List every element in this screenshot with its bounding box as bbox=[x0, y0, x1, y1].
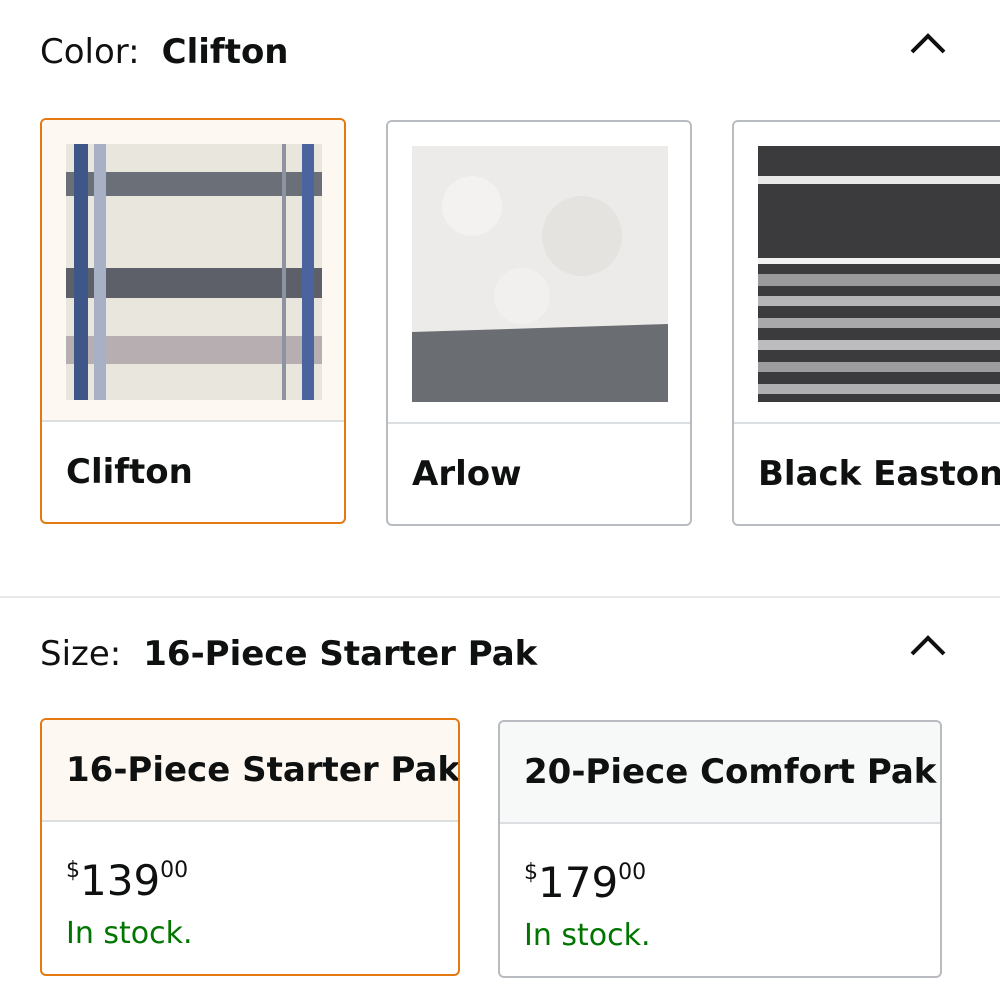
size-option-20-piece[interactable]: 20-Piece Comfort Pak $17900 In stock. bbox=[498, 720, 942, 978]
arlow-sherpa-image bbox=[412, 146, 668, 402]
color-swatch-arlow[interactable]: Arlow bbox=[386, 120, 692, 526]
price-currency: $ bbox=[524, 860, 538, 885]
color-label: Color: bbox=[40, 32, 140, 72]
size-selected-value: 16-Piece Starter Pak bbox=[143, 634, 538, 674]
color-swatch-clifton[interactable]: Clifton bbox=[40, 118, 346, 524]
swatch-image-area bbox=[734, 122, 1000, 424]
color-selected-value: Clifton bbox=[161, 32, 289, 72]
size-header: Size: 16-Piece Starter Pak bbox=[40, 634, 537, 674]
size-option-price: $13900 bbox=[66, 856, 188, 905]
size-option-16-piece[interactable]: 16-Piece Starter Pak $13900 In stock. bbox=[40, 718, 460, 976]
price-whole: 139 bbox=[80, 856, 161, 905]
price-currency: $ bbox=[66, 858, 80, 883]
size-option-header: 20-Piece Comfort Pak bbox=[500, 722, 940, 824]
chevron-up-icon[interactable] bbox=[908, 630, 948, 660]
size-option-title: 16-Piece Starter Pak bbox=[66, 750, 460, 790]
price-fraction: 00 bbox=[160, 858, 189, 883]
price-whole: 179 bbox=[538, 858, 619, 907]
swatch-name: Arlow bbox=[412, 454, 522, 494]
chevron-up-icon[interactable] bbox=[908, 28, 948, 58]
stock-status: In stock. bbox=[524, 918, 651, 953]
price-fraction: 00 bbox=[618, 860, 647, 885]
swatch-name: Black Easton bbox=[758, 454, 1000, 494]
clifton-plaid-image bbox=[66, 144, 322, 400]
size-option-price: $17900 bbox=[524, 858, 646, 907]
size-label: Size: bbox=[40, 634, 122, 674]
size-option-header: 16-Piece Starter Pak bbox=[42, 720, 458, 822]
stock-status: In stock. bbox=[66, 916, 193, 951]
size-option-title: 20-Piece Comfort Pak bbox=[524, 752, 937, 792]
color-header: Color: Clifton bbox=[40, 32, 289, 72]
swatch-image-area bbox=[388, 122, 690, 424]
section-divider bbox=[0, 596, 1000, 598]
color-swatch-black-easton[interactable]: Black Easton bbox=[732, 120, 1000, 526]
black-easton-stripe-image bbox=[758, 146, 1000, 402]
swatch-name: Clifton bbox=[66, 452, 193, 492]
swatch-image-area bbox=[42, 120, 344, 422]
